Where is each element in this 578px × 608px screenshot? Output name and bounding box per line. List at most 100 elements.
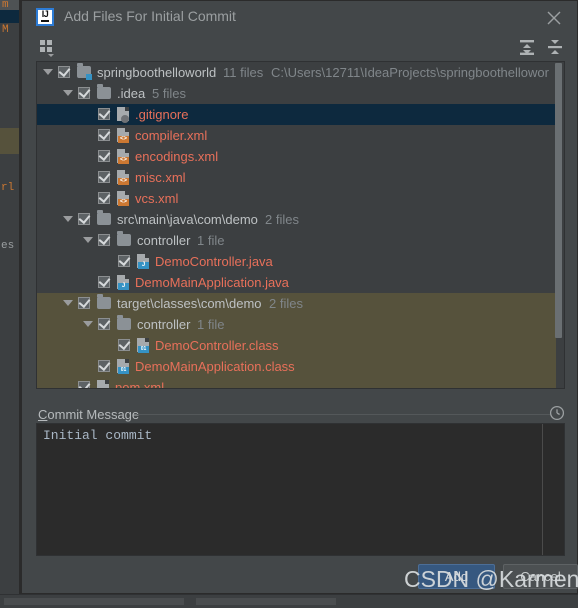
tree-row-file-count: 5 files [152,86,186,101]
group-by-directory-icon[interactable] [35,35,59,59]
tree-row-label: DemoController.class [155,338,279,353]
java-badge-icon: J [138,262,149,269]
checkmark-icon [78,379,91,388]
tree-row[interactable]: <> encodings.xml [37,146,556,167]
dialog-title-bar[interactable]: IJ Add Files For Initial Commit [22,1,577,33]
chevron-down-icon[interactable] [83,321,93,327]
scrollbar-thumb[interactable] [555,63,562,338]
tree-row[interactable]: J DemoController.java [37,251,556,272]
tree-row[interactable]: target\classes\com\demo 2 files [37,293,556,314]
commit-label-rest: ommit Message [47,407,140,422]
tree-row[interactable]: <> misc.xml [37,167,556,188]
checkmark-icon [118,253,131,267]
xml-badge-icon: <> [118,136,129,143]
tree-row[interactable]: 01 DemoMainApplication.class [37,356,556,377]
xml-file-icon: <> [117,128,129,143]
checkmark-icon [118,337,131,351]
tree-row-file-count: 1 file [197,233,225,248]
checkmark-icon [78,295,91,309]
tree-row-checkbox[interactable] [98,274,111,288]
tree-row-checkbox[interactable] [118,253,131,267]
tree-row[interactable]: <> compiler.xml [37,125,556,146]
chevron-down-icon[interactable] [63,216,73,222]
tree-row-label: DemoMainApplication.class [135,359,295,374]
commit-label-mnemonic: C [38,407,48,422]
tree-row-file-count: 2 files [265,212,299,227]
tree-row[interactable]: controller 1 file [37,314,556,335]
checkmark-icon [58,64,71,78]
tree-row-label: compiler.xml [135,128,208,143]
class-badge-icon: 01 [138,346,149,353]
tree-row[interactable]: src\main\java\com\demo 2 files [37,209,556,230]
tree-row-label: DemoController.java [155,254,273,269]
commit-message-label: Commit Message [38,407,139,422]
checkmark-icon [78,211,91,225]
file-tree-panel[interactable]: springboothelloworld 11 files C:\Users\127… [36,61,565,389]
tree-row[interactable]: <> pom.xml [37,377,556,389]
xml-file-icon: <> [117,191,129,206]
file-corner-fold [125,191,129,195]
java-badge-icon: J [118,283,129,290]
tree-row-label: .idea [117,86,146,101]
tree-row-checkbox[interactable] [118,337,131,351]
expand-all-icon[interactable] [515,35,539,59]
tree-row-checkbox[interactable] [98,106,111,120]
tree-row-checkbox[interactable] [78,295,91,309]
close-icon[interactable] [541,5,567,29]
chevron-down-icon[interactable] [63,90,73,96]
file-corner-fold [125,170,129,174]
tree-row[interactable]: J DemoMainApplication.java [37,272,556,293]
tree-row-checkbox[interactable] [58,64,71,78]
tree-row[interactable]: .idea 5 files [37,83,556,104]
gitignore-badge-icon [121,115,129,123]
tree-row-checkbox[interactable] [78,211,91,225]
file-corner-fold [125,107,129,111]
tree-row[interactable]: 01 DemoController.class [37,335,556,356]
tree-row-checkbox[interactable] [98,127,111,141]
folder-icon [97,294,111,309]
tree-row-checkbox[interactable] [98,316,111,330]
tree-row-label: misc.xml [135,170,186,185]
background-ignored-block [0,128,20,154]
tree-row-label: DemoMainApplication.java [135,275,289,290]
tree-row-checkbox[interactable] [98,148,111,162]
chevron-down-icon[interactable] [63,300,73,306]
close-icon-glyph [547,11,561,25]
background-text-fragment: rl [1,182,15,194]
tree-row-file-count: 2 files [269,296,303,311]
tree-row-checkbox[interactable] [98,190,111,204]
status-bar-segment [196,598,336,605]
collapse-all-icon[interactable] [543,35,567,59]
dialog-title: Add Files For Initial Commit [64,8,236,24]
tree-row-checkbox[interactable] [98,358,111,372]
tree-row-label: springboothelloworld [97,65,217,80]
tree-row-file-count: 1 file [197,317,225,332]
tree-row-label: .gitignore [135,107,189,122]
tree-row[interactable]: .gitignore [37,104,556,125]
history-clock-icon[interactable] [549,405,565,421]
tree-row-checkbox[interactable] [78,379,91,388]
xml-badge-icon: <> [98,388,109,389]
file-corner-fold [145,254,149,258]
file-corner-fold [125,149,129,153]
collapse-all-glyph [548,40,562,54]
background-status-bar [0,594,578,608]
tree-row-file-count: 11 files [223,65,264,80]
tree-vertical-scrollbar[interactable] [554,63,563,373]
tree-row-checkbox[interactable] [98,169,111,183]
checkmark-icon [98,358,111,372]
tree-row[interactable]: controller 1 file [37,230,556,251]
xml-badge-icon: <> [118,178,129,185]
tree-row[interactable]: <> vcs.xml [37,188,556,209]
background-selected-line [0,10,20,23]
tree-row[interactable]: springboothelloworld 11 files C:\Users\127… [37,62,556,83]
commit-label-separator [137,414,550,415]
tree-row-checkbox[interactable] [78,85,91,99]
chevron-down-icon[interactable] [83,237,93,243]
chevron-down-icon[interactable] [43,69,53,75]
xml-file-icon: <> [117,149,129,164]
java-file-icon: J [137,254,149,269]
file-corner-fold [125,359,129,363]
commit-message-input[interactable]: Initial commit [36,423,565,556]
tree-row-checkbox[interactable] [98,232,111,246]
